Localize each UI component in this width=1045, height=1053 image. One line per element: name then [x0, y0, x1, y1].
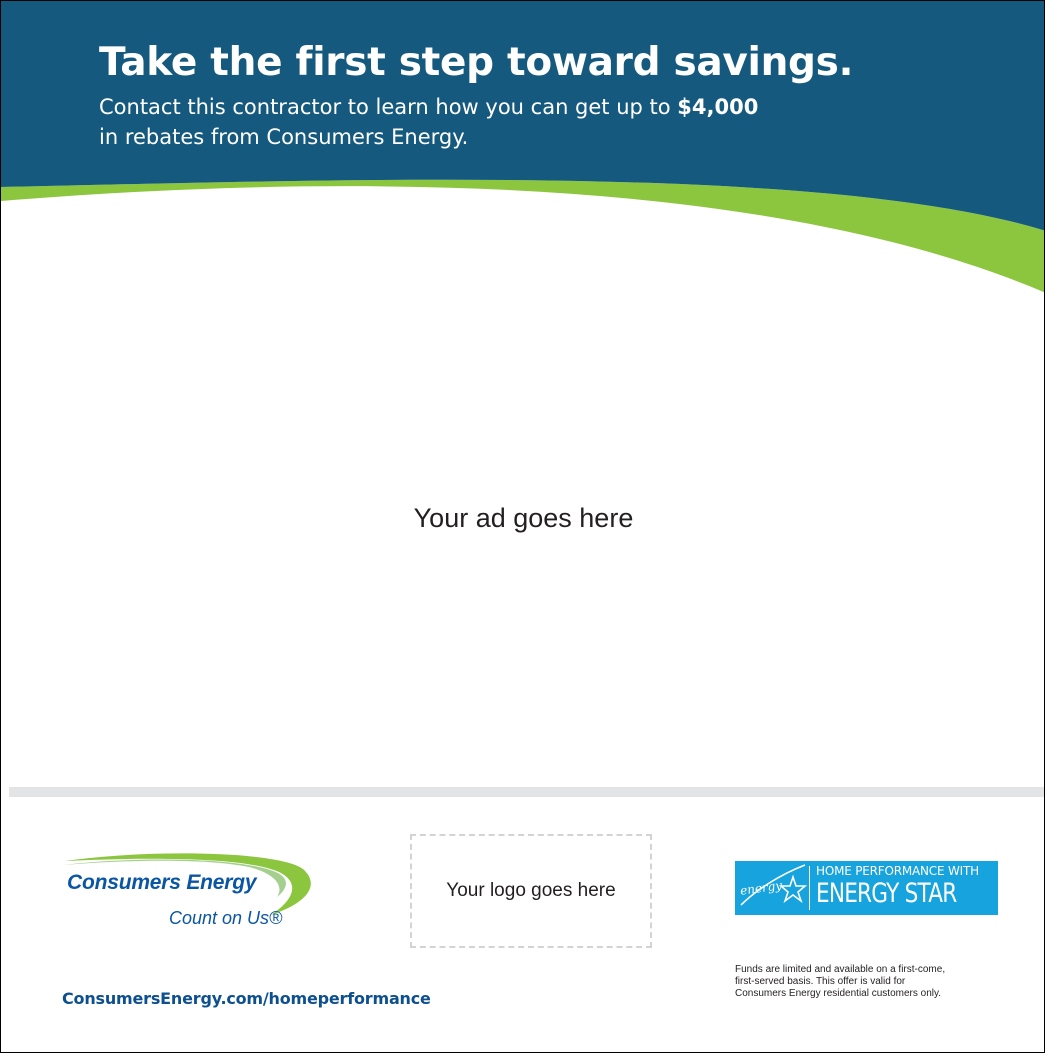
consumers-energy-name: Consumers Energy [67, 871, 257, 894]
headline: Take the first step toward savings. [99, 40, 854, 85]
energy-star-badge: energy HOME PERFORMANCE WITH ENERGY STAR [735, 861, 998, 915]
subhead-text-end: in rebates from Consumers Energy. [99, 125, 469, 149]
subhead-text-start: Contact this contractor to learn how you… [99, 95, 678, 119]
homeperformance-link[interactable]: ConsumersEnergy.com/homeperformance [62, 989, 431, 1008]
energy-star-mark: energy [735, 861, 809, 915]
consumers-energy-tagline: Count on Us® [169, 908, 283, 928]
footer-divider [9, 787, 1044, 797]
logo-placeholder-label: Your logo goes here [446, 880, 616, 901]
subhead: Contact this contractor to learn how you… [99, 92, 759, 152]
disclaimer: Funds are limited and available on a fir… [735, 964, 1025, 1000]
disclaimer-line: first-served basis. This offer is valid … [735, 976, 906, 987]
energy-star-line2: ENERGY STAR [816, 878, 957, 909]
logo-placeholder: Your logo goes here [410, 834, 652, 948]
ad-page: Take the first step toward savings. Cont… [0, 0, 1045, 1053]
ad-placeholder: Your ad goes here [413, 503, 634, 533]
rebate-amount: $4,000 [677, 95, 759, 119]
consumers-energy-logo: Consumers Energy Count on Us® [59, 849, 339, 941]
disclaimer-line: Funds are limited and available on a fir… [735, 964, 946, 975]
energy-star-wordmark: HOME PERFORMANCE WITH ENERGY STAR [810, 861, 998, 915]
disclaimer-line: Consumers Energy residential customers o… [735, 988, 942, 999]
energy-star-line1: HOME PERFORMANCE WITH [816, 864, 979, 878]
